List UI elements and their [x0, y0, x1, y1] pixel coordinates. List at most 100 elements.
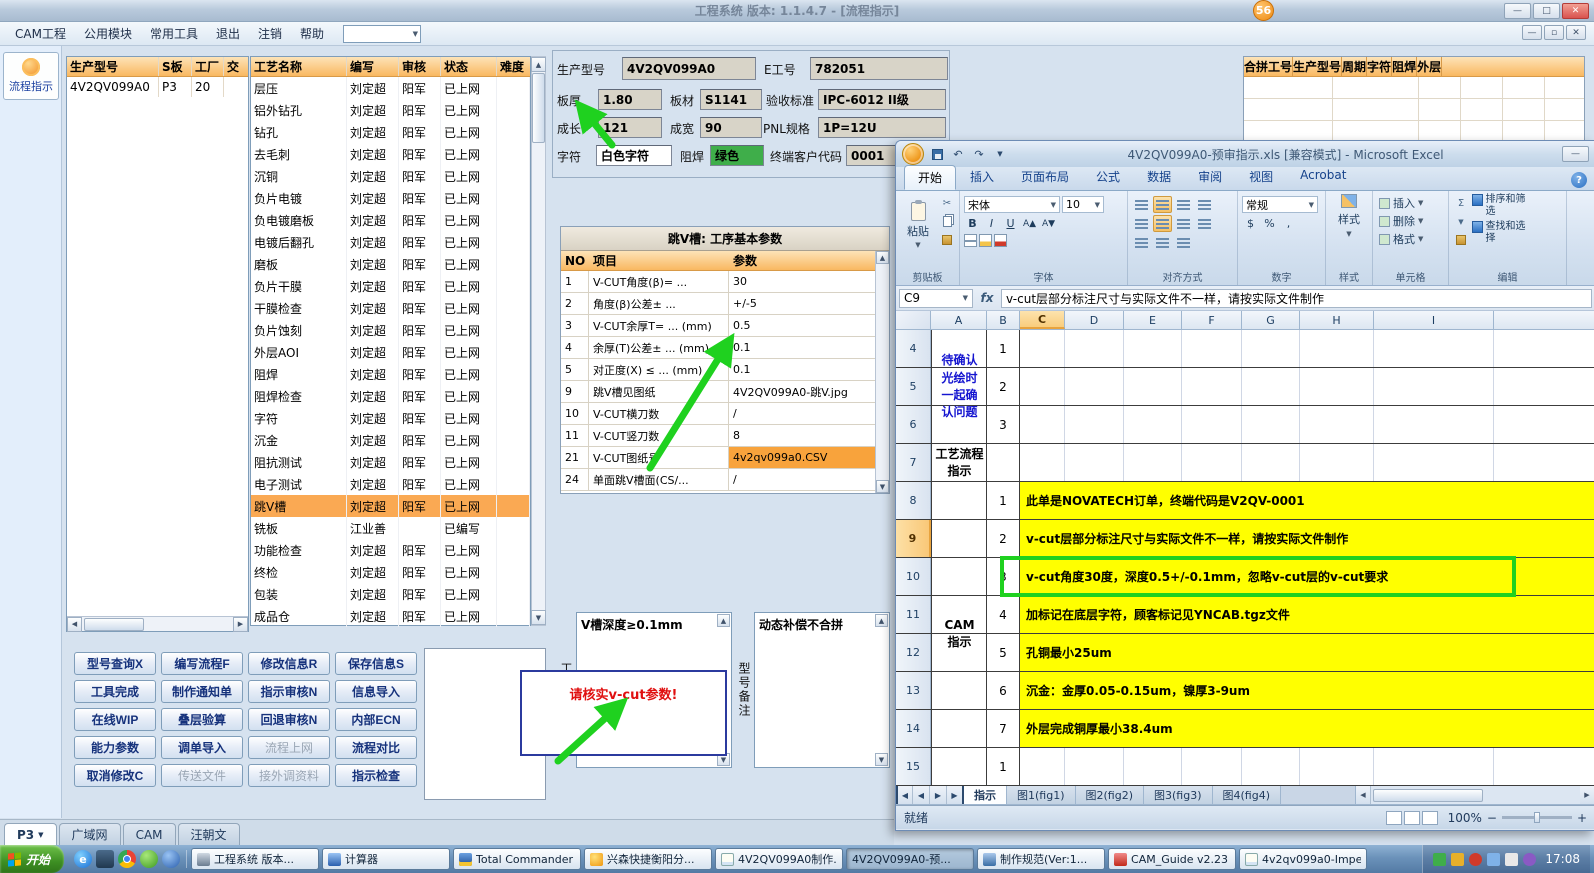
cell-c[interactable]: 沉金：金厚0.05-0.15um，镍厚3-9um	[1020, 672, 1594, 709]
clear-icon[interactable]	[1453, 232, 1469, 247]
sheet-tab[interactable]: 图3(fig3)	[1144, 786, 1213, 804]
page-layout-view-icon[interactable]	[1403, 810, 1420, 825]
row-header[interactable]: 6	[896, 406, 931, 443]
column-header[interactable]: D	[1065, 311, 1124, 329]
sheet-horizontal-scrollbar[interactable]: ◀ ▶	[1355, 786, 1594, 804]
action-button[interactable]: 型号查询X	[74, 652, 156, 675]
underline-button[interactable]: U	[1002, 215, 1019, 232]
page-break-view-icon[interactable]	[1421, 810, 1438, 825]
scroll-left-icon[interactable]: ◀	[1356, 786, 1371, 804]
office-button[interactable]	[902, 143, 924, 165]
task-button[interactable]: Total Commander ...	[453, 848, 582, 870]
process-row[interactable]: 功能检查 刘定超 阳军 已上网	[251, 539, 530, 561]
tray-input-icon[interactable]	[1523, 852, 1537, 866]
vcut-parameter-row[interactable]: 2 角度(β)公差± ... +/-5	[561, 293, 889, 315]
task-button[interactable]: 兴森快捷衡阳分...	[584, 848, 713, 870]
cell-a-flow-label[interactable]: 工艺流程 指示	[932, 444, 987, 482]
scroll-up-icon[interactable]: ▲	[717, 614, 730, 627]
bottom-tab[interactable]: 汪朝文 ▼	[177, 823, 240, 845]
zoom-slider-thumb[interactable]	[1533, 812, 1540, 823]
comma-format-icon[interactable]: ,	[1280, 215, 1297, 232]
cell-b[interactable]: 6	[987, 672, 1020, 709]
last-sheet-icon[interactable]: ▶	[947, 786, 964, 804]
field-silkscreen[interactable]: 白色字符	[596, 145, 672, 166]
row-header[interactable]: 11	[896, 596, 931, 633]
align-center-icon[interactable]	[1153, 215, 1172, 232]
font-name-select[interactable]: 宋体 ▼	[964, 196, 1060, 213]
row-header[interactable]: 5	[896, 368, 931, 405]
editing-button[interactable]: 查找和选择	[1472, 221, 1528, 244]
ribbon-tab[interactable]: 数据	[1134, 165, 1184, 190]
column-header[interactable]: 工艺名称	[251, 57, 347, 76]
wrap-text-icon[interactable]	[1195, 215, 1214, 232]
cell-b[interactable]: 1	[987, 330, 1020, 367]
prev-sheet-icon[interactable]: ◀	[913, 786, 930, 804]
mdi-restore-icon[interactable]: ▫	[1544, 25, 1564, 40]
save-icon[interactable]	[928, 146, 946, 162]
start-button[interactable]: 开始	[0, 845, 65, 873]
merge-center-icon[interactable]	[1174, 234, 1193, 251]
row-header[interactable]: 10	[896, 558, 931, 595]
process-row[interactable]: 电子测试 刘定超 阳军 已上网	[251, 473, 530, 495]
align-top-icon[interactable]	[1132, 196, 1151, 213]
show-desktop-icon[interactable]	[96, 850, 115, 868]
cells-button[interactable]: 插入 ▼	[1377, 194, 1444, 212]
autosum-icon[interactable]: Σ	[1453, 196, 1469, 211]
process-row[interactable]: 阻抗测试 刘定超 阳军 已上网	[251, 451, 530, 473]
sheet-tab[interactable]: 指示	[964, 786, 1007, 804]
vcut-parameter-row[interactable]: 1 V-CUT角度(β)= ... 30	[561, 271, 889, 293]
column-header[interactable]: I	[1374, 311, 1494, 329]
field-finished-length[interactable]: 121	[598, 117, 662, 138]
field-e-number[interactable]: 782051	[810, 57, 948, 80]
column-header[interactable]: A	[931, 311, 987, 329]
task-button[interactable]: 工程系统 版本...	[191, 848, 320, 870]
process-row[interactable]: 阻焊检查 刘定超 阳军 已上网	[251, 385, 530, 407]
green-app-icon[interactable]	[140, 850, 159, 868]
process-row[interactable]: 沉金 刘定超 阳军 已上网	[251, 429, 530, 451]
action-button[interactable]: 制作通知单	[161, 680, 243, 703]
merge-empty-row[interactable]	[1244, 99, 1584, 121]
process-row[interactable]: 跳V槽 刘定超 阳军 已上网	[251, 495, 530, 517]
tray-update-icon[interactable]	[1451, 852, 1465, 866]
select-all-corner[interactable]	[896, 311, 931, 329]
vertical-scrollbar[interactable]: ▲ ▼	[875, 251, 889, 493]
menu-item[interactable]: 退出	[207, 22, 249, 45]
column-header[interactable]: 阻焊	[1392, 57, 1418, 76]
italic-button[interactable]: I	[983, 215, 1000, 232]
process-row[interactable]: 磨板 刘定超 阳军 已上网	[251, 253, 530, 275]
column-header[interactable]: 字符	[1367, 57, 1393, 76]
sheet-tab[interactable]: 图4(fig4)	[1212, 786, 1281, 804]
cell-c[interactable]: v-cut层部分标注尺寸与实际文件不一样，请按实际文件制作	[1020, 520, 1594, 557]
action-button[interactable]: 工具完成	[74, 680, 156, 703]
cell-c[interactable]: 加标记在底层字符，顾客标记见YNCAB.tgz文件	[1020, 596, 1594, 633]
sheet-tab[interactable]: 图2(fig2)	[1075, 786, 1144, 804]
shrink-font-button[interactable]: A▼	[1040, 215, 1057, 232]
model-row[interactable]: 4V2QV099A0 P3 20	[67, 77, 248, 97]
cell-c[interactable]	[1020, 444, 1594, 481]
row-header[interactable]: 14	[896, 710, 931, 747]
mdi-close-icon[interactable]: ✕	[1566, 25, 1586, 40]
scroll-thumb[interactable]	[1373, 788, 1483, 802]
bottom-tab[interactable]: P3 ▼	[4, 823, 57, 845]
font-size-select[interactable]: 10 ▼	[1062, 196, 1104, 213]
row-header[interactable]: 12	[896, 634, 931, 671]
cell-b[interactable]: 5	[987, 634, 1020, 671]
chevron-down-icon[interactable]: ▼	[991, 146, 1009, 162]
bottom-tab[interactable]: 广域网 ▼	[58, 823, 121, 845]
action-button[interactable]: 回退审核N	[248, 708, 330, 731]
column-header[interactable]: C	[1020, 311, 1065, 329]
field-board-thickness[interactable]: 1.80	[598, 89, 662, 110]
scroll-right-icon[interactable]: ▶	[233, 616, 248, 632]
column-header[interactable]: E	[1124, 311, 1182, 329]
row-header[interactable]: 15	[896, 748, 931, 785]
action-button[interactable]: 流程对比	[335, 736, 417, 759]
column-header[interactable]: B	[987, 311, 1020, 329]
merge-empty-row[interactable]	[1244, 77, 1584, 99]
cell-b[interactable]: 2	[987, 368, 1020, 405]
align-left-icon[interactable]	[1132, 215, 1151, 232]
cell-b[interactable]: 4	[987, 596, 1020, 633]
vcut-parameter-row[interactable]: 24 单面跳V槽面(CS/... /	[561, 469, 889, 491]
row-header[interactable]: 9	[896, 520, 931, 557]
cell-a-cam-label[interactable]: CAM 指示	[932, 482, 987, 786]
row-header[interactable]: 7	[896, 444, 931, 481]
